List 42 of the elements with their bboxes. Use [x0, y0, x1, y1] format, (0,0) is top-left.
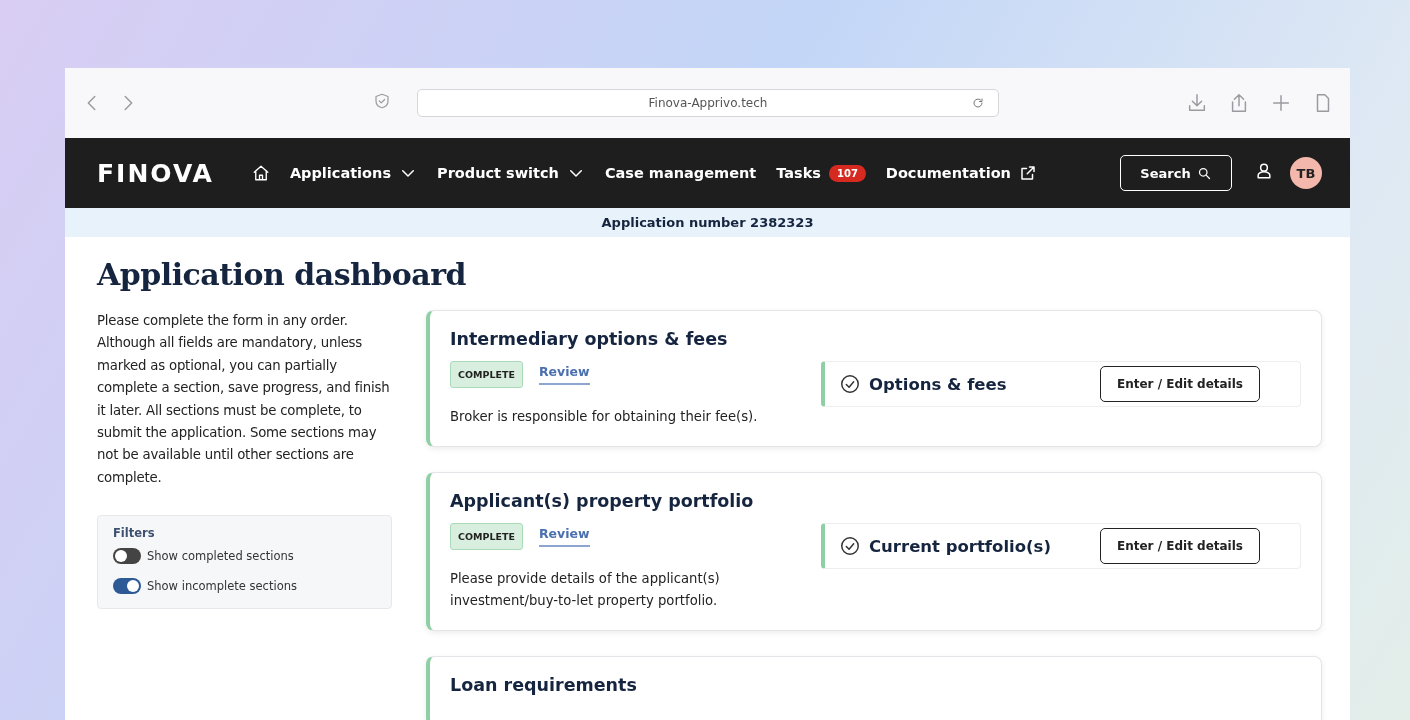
task-count-badge: 107	[828, 164, 866, 182]
plus-icon	[1270, 92, 1292, 114]
section-title: Intermediary options & fees	[450, 329, 729, 349]
reload-icon	[972, 97, 984, 109]
section-description: Please provide details of the applicant(s) investment/buy-to-let property portfolio.	[450, 570, 721, 610]
toggle-switch[interactable]	[113, 578, 141, 595]
toggle-label: Show incomplete sections	[147, 579, 297, 594]
subsection-title: Current portfolio(s)	[869, 536, 1051, 556]
finova-logo[interactable]: FINOVA	[97, 158, 214, 188]
toggle-switch[interactable]	[113, 548, 141, 565]
nav-link[interactable]: Applications	[289, 164, 417, 182]
user-avatar[interactable]: TB	[1290, 157, 1322, 189]
review-link[interactable]: Review	[539, 364, 590, 385]
url-text: Finova-Apprivo.tech	[648, 96, 768, 110]
check-circle-icon	[839, 373, 861, 395]
nav-link[interactable]: Case management	[604, 165, 757, 181]
subsection-title: Options & fees	[869, 374, 1007, 394]
edit-details-button[interactable]: Enter / Edit details	[1099, 528, 1260, 564]
section-title: Applicant(s) property portfolio	[450, 491, 755, 511]
status-tag: COMPLETE	[450, 523, 523, 550]
nav-link[interactable]: Tasks 107	[776, 164, 866, 182]
download-icon	[1186, 92, 1208, 114]
user-icon	[1254, 161, 1274, 181]
section-description: Broker is responsible for obtaining their fee(s).	[450, 408, 759, 426]
shield-icon	[373, 92, 391, 110]
home-icon	[251, 164, 270, 182]
nav-link[interactable]: Product switch	[437, 164, 585, 182]
search-icon	[1196, 165, 1212, 181]
section-title: Loan requirements	[450, 675, 638, 695]
review-link[interactable]: Review	[539, 526, 590, 547]
edit-details-button[interactable]: Enter / Edit details	[1099, 366, 1260, 402]
nav-link[interactable]: Documentation	[885, 164, 1037, 182]
address-bar[interactable]: Finova-Apprivo.tech	[417, 89, 999, 117]
application-number-bar: Application number 2382323	[65, 208, 1350, 237]
external-link-icon	[1018, 164, 1037, 182]
intro-text: Please complete the form in any order. Although all fields are mandatory, unless marked as optional, you can partially complete a section, save progress, and finish it later. All sections must be complete, to submit the application. Some sections may not be available until other sections are complete.	[97, 312, 391, 487]
search-button[interactable]: Search	[1120, 155, 1232, 191]
page-title: Application dashboard	[97, 257, 468, 292]
check-circle-icon	[839, 535, 861, 557]
status-tag: COMPLETE	[450, 361, 523, 388]
toggle-label: Show completed sections	[147, 549, 294, 564]
filters-title: Filters	[113, 526, 156, 541]
